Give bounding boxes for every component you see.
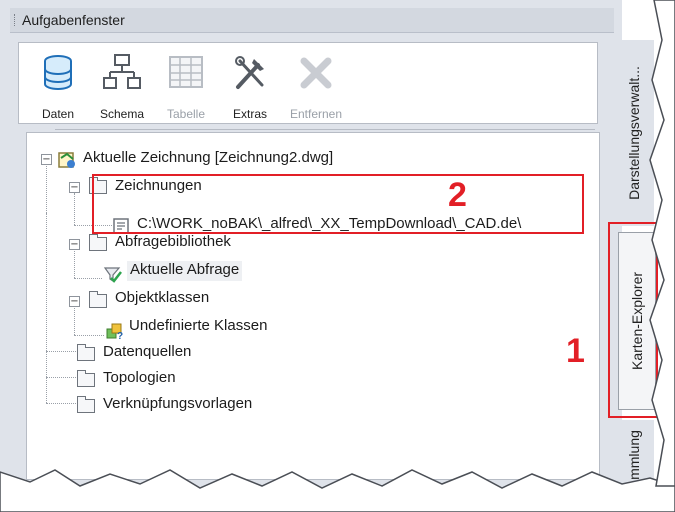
torn-edge-decoration bbox=[0, 0, 675, 512]
